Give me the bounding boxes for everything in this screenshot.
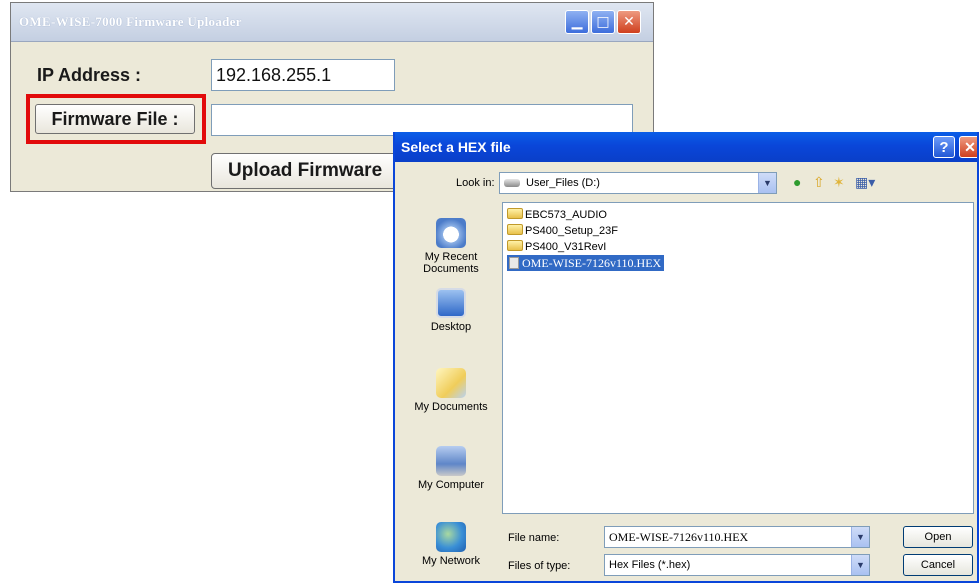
close-button[interactable]: ✕ [617, 10, 641, 34]
views-menu-icon[interactable]: ▦▾ [855, 174, 875, 190]
select-hex-file-dialog: Select a HEX file ? ✕ Look in: User_File… [393, 132, 979, 583]
ip-address-label: IP Address : [37, 65, 142, 85]
my-documents-icon [436, 368, 466, 398]
file-type-dropdown[interactable]: Hex Files (*.hex) ▼ [604, 554, 870, 576]
file-name: OME-WISE-7126v110.HEX [522, 256, 662, 270]
recent-documents-icon [436, 218, 466, 248]
folder-icon [507, 224, 523, 235]
list-item-folder[interactable]: PS400_V31RevI [507, 239, 606, 255]
up-folder-icon[interactable]: ⇧ [813, 174, 825, 190]
dialog-title-bar[interactable]: Select a HEX file ? ✕ [395, 132, 977, 162]
dialog-close-button[interactable]: ✕ [959, 136, 977, 158]
place-label: My Documents [414, 401, 488, 413]
chevron-down-icon[interactable]: ▼ [851, 555, 869, 575]
drive-icon [504, 179, 520, 187]
uploader-title-bar[interactable]: OME-WISE-7000 Firmware Uploader ▁ □ ✕ [11, 3, 653, 42]
place-my-computer[interactable]: My Computer [411, 446, 491, 491]
dialog-title: Select a HEX file [401, 139, 511, 155]
open-button[interactable]: Open [903, 526, 973, 548]
list-item-folder[interactable]: EBC573_AUDIO [507, 207, 607, 223]
place-my-network[interactable]: My Network [411, 522, 491, 567]
place-my-recent-documents[interactable]: My Recent Documents [411, 218, 491, 275]
desktop-icon [436, 288, 466, 318]
help-button[interactable]: ? [933, 136, 955, 158]
my-network-icon [436, 522, 466, 552]
file-type-label: Files of type: [508, 560, 571, 572]
maximize-icon: □ [596, 14, 610, 30]
file-name-field[interactable]: OME-WISE-7126v110.HEX ▼ [604, 526, 870, 548]
list-item-folder[interactable]: PS400_Setup_23F [507, 223, 618, 239]
folder-icon [507, 208, 523, 219]
hex-file-icon [509, 257, 519, 269]
look-in-dropdown[interactable]: User_Files (D:) ▼ [499, 172, 777, 194]
file-type-value: Hex Files (*.hex) [609, 559, 691, 571]
file-name: PS400_V31RevI [525, 241, 607, 253]
look-in-value: User_Files (D:) [526, 177, 600, 189]
place-my-documents[interactable]: My Documents [411, 368, 491, 413]
place-label: My Computer [417, 479, 485, 491]
file-name-value: OME-WISE-7126v110.HEX [609, 530, 749, 544]
ip-address-field[interactable]: 192.168.255.1 [211, 59, 395, 91]
close-icon: ✕ [623, 14, 635, 30]
place-label: My Recent Documents [423, 251, 479, 275]
cancel-button[interactable]: Cancel [903, 554, 973, 576]
chevron-down-icon[interactable]: ▼ [758, 173, 776, 193]
place-desktop[interactable]: Desktop [411, 288, 491, 333]
file-name: EBC573_AUDIO [525, 209, 607, 221]
look-in-label: Look in: [456, 177, 495, 189]
folder-icon [507, 240, 523, 251]
minimize-button[interactable]: ▁ [565, 10, 589, 34]
file-list[interactable]: EBC573_AUDIO PS400_Setup_23F PS400_V31Re… [502, 202, 974, 514]
help-icon: ? [939, 139, 949, 156]
list-item-file-selected[interactable]: OME-WISE-7126v110.HEX [507, 255, 665, 271]
chevron-down-icon[interactable]: ▼ [851, 527, 869, 547]
minimize-icon: ▁ [571, 14, 583, 30]
my-computer-icon [436, 446, 466, 476]
file-name: PS400_Setup_23F [525, 225, 618, 237]
close-icon: ✕ [964, 139, 976, 155]
maximize-button[interactable]: □ [591, 10, 615, 34]
file-name-label: File name: [508, 532, 560, 544]
new-folder-icon[interactable]: ✶ [833, 174, 845, 190]
uploader-title: OME-WISE-7000 Firmware Uploader [19, 14, 242, 29]
firmware-file-button[interactable]: Firmware File : [35, 104, 195, 134]
place-label: Desktop [430, 321, 472, 333]
places-bar: My Recent Documents Desktop My Documents… [411, 204, 491, 581]
back-icon[interactable]: ● [793, 174, 801, 190]
place-label: My Network [421, 555, 481, 567]
